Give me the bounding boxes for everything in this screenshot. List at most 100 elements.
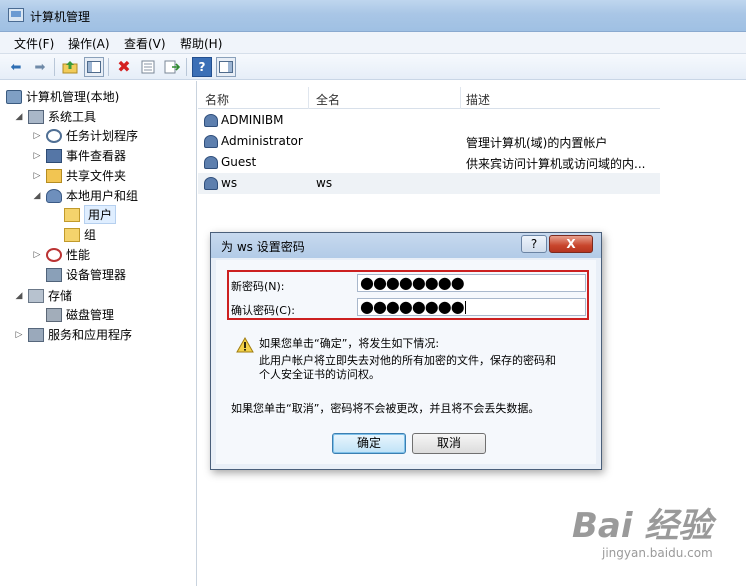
column-header-full-name[interactable]: 全名	[316, 91, 340, 108]
row-description: 供来宾访问计算机或访问域的内...	[466, 157, 646, 171]
table-row[interactable]: ADMINIBM	[198, 110, 660, 131]
dialog-titlebar[interactable]: 为 ws 设置密码 ? X	[211, 233, 601, 258]
tools-icon	[28, 109, 44, 124]
tree-item-performance[interactable]: ▷ 性能	[32, 245, 90, 264]
tree-item-shared-folders[interactable]: ▷ 共享文件夹	[32, 166, 126, 185]
new-password-field[interactable]: ●●●●●●●●	[357, 274, 586, 292]
warning-text-line1: 如果您单击“确定”，将发生如下情况:	[259, 337, 440, 350]
tree-label: 事件查看器	[66, 149, 127, 163]
tree-label: 服务和应用程序	[48, 328, 133, 342]
warning-text-line3: 个人安全证书的访问权。	[259, 368, 380, 381]
column-divider[interactable]	[460, 87, 461, 109]
column-divider[interactable]	[308, 87, 309, 109]
computer-icon	[6, 89, 22, 104]
tree-label: 用户	[84, 205, 117, 224]
confirm-password-value: ●●●●●●●●	[360, 298, 465, 316]
warning-icon	[236, 337, 254, 353]
performance-icon	[46, 247, 62, 262]
tree-label: 计算机管理(本地)	[26, 90, 120, 104]
table-row[interactable]: Administrator 管理计算机(域)的内置帐户	[198, 131, 660, 152]
row-name: Administrator	[221, 134, 303, 148]
close-button[interactable]: X	[549, 235, 593, 253]
up-folder-icon[interactable]	[60, 57, 80, 77]
cancel-note-text: 如果您单击“取消”，密码将不会被更改，并且将不会丢失数据。	[231, 402, 540, 415]
tree-item-groups[interactable]: 组	[64, 225, 96, 244]
tree-item-users[interactable]: 用户	[64, 205, 117, 224]
collapse-triangle-icon[interactable]: ◢	[14, 112, 24, 122]
table-row[interactable]: Guest 供来宾访问计算机或访问域的内...	[198, 152, 660, 173]
users-icon	[46, 188, 62, 203]
show-hide-action-icon[interactable]	[216, 57, 236, 77]
tree-label: 系统工具	[48, 110, 97, 124]
show-hide-tree-icon[interactable]	[84, 57, 104, 77]
expand-triangle-icon[interactable]: ▷	[32, 131, 42, 141]
row-full-name: ws	[316, 176, 333, 190]
tree-item-disk-management[interactable]: 磁盘管理	[46, 305, 114, 324]
expand-triangle-icon[interactable]: ▷	[32, 151, 42, 161]
confirm-password-field[interactable]: ●●●●●●●●	[357, 298, 586, 316]
tree-item-computer-management[interactable]: 计算机管理(本地)	[6, 87, 119, 106]
user-icon	[204, 135, 218, 148]
dialog-body: 新密码(N): ●●●●●●●● 确认密码(C): ●●●●●●●● 如果您单击…	[216, 260, 596, 464]
ok-button[interactable]: 确定	[332, 433, 406, 454]
menu-file[interactable]: 文件(F)	[14, 35, 54, 52]
shared-folder-icon	[46, 168, 62, 183]
row-name: ws	[221, 176, 238, 190]
menu-action[interactable]: 操作(A)	[68, 35, 110, 52]
cancel-button[interactable]: 取消	[412, 433, 486, 454]
row-name: Guest	[221, 155, 257, 169]
navigation-tree: 计算机管理(本地) ◢ 系统工具 ▷ 任务计划程序 ▷ 事件查看器 ▷ 共享文件…	[0, 81, 197, 586]
list-header: 名称 全名 描述	[198, 87, 660, 109]
tree-label: 共享文件夹	[66, 169, 127, 183]
menu-view[interactable]: 查看(V)	[124, 35, 166, 52]
collapse-triangle-icon[interactable]: ◢	[14, 291, 24, 301]
help-button[interactable]: ?	[521, 235, 547, 253]
disk-icon	[46, 307, 62, 322]
tree-item-task-scheduler[interactable]: ▷ 任务计划程序	[32, 126, 138, 145]
set-password-dialog: 为 ws 设置密码 ? X 新密码(N): ●●●●●●●● 确认密码(C): …	[210, 232, 602, 470]
tree-item-local-users-groups[interactable]: ◢ 本地用户和组	[32, 186, 138, 205]
tree-item-device-manager[interactable]: 设备管理器	[46, 265, 126, 284]
expand-triangle-icon[interactable]: ▷	[14, 330, 24, 340]
clock-icon	[46, 128, 62, 143]
computer-management-icon	[8, 8, 24, 22]
forward-arrow-icon[interactable]: ➡	[30, 57, 50, 77]
watermark-url: jingyan.baidu.com	[602, 546, 713, 560]
properties-icon[interactable]	[138, 57, 158, 77]
tree-label: 组	[84, 228, 97, 242]
toolbar-separator	[108, 58, 109, 76]
warning-text-line2: 此用户帐户将立即失去对他的所有加密的文件，保存的密码和	[259, 354, 556, 367]
watermark-brand: Bai 经验	[572, 506, 713, 546]
toolbar-separator	[54, 58, 55, 76]
user-icon	[204, 114, 218, 127]
baidu-jingyan-watermark: Bai 经验 jingyan.baidu.com	[572, 498, 742, 578]
help-icon[interactable]: ?	[192, 57, 212, 77]
menubar: 文件(F) 操作(A) 查看(V) 帮助(H)	[0, 32, 746, 54]
tree-item-event-viewer[interactable]: ▷ 事件查看器	[32, 146, 126, 165]
column-header-name[interactable]: 名称	[205, 91, 229, 108]
device-manager-icon	[46, 267, 62, 282]
row-description: 管理计算机(域)的内置帐户	[466, 136, 608, 150]
new-password-value: ●●●●●●●●	[360, 274, 465, 292]
menu-help[interactable]: 帮助(H)	[180, 35, 222, 52]
toolbar: ⬅ ➡ ✖ ?	[0, 54, 746, 80]
back-arrow-icon[interactable]: ⬅	[6, 57, 26, 77]
storage-icon	[28, 288, 44, 303]
row-name: ADMINIBM	[221, 113, 284, 127]
delete-icon[interactable]: ✖	[114, 57, 134, 77]
expand-triangle-icon[interactable]: ▷	[32, 250, 42, 260]
tree-item-system-tools[interactable]: ◢ 系统工具	[14, 107, 96, 126]
text-caret	[464, 301, 466, 314]
collapse-triangle-icon[interactable]: ◢	[32, 191, 42, 201]
expand-triangle-icon[interactable]: ▷	[32, 171, 42, 181]
tree-item-storage[interactable]: ◢ 存储	[14, 286, 72, 305]
table-row[interactable]: ws ws	[198, 173, 660, 194]
toolbar-separator	[186, 58, 187, 76]
tree-item-services-apps[interactable]: ▷ 服务和应用程序	[14, 325, 132, 344]
tree-label: 磁盘管理	[66, 308, 115, 322]
column-header-description[interactable]: 描述	[466, 91, 490, 108]
dialog-title: 为 ws 设置密码	[221, 240, 305, 254]
tree-label: 性能	[66, 248, 91, 262]
export-icon[interactable]	[162, 57, 182, 77]
services-icon	[28, 327, 44, 342]
